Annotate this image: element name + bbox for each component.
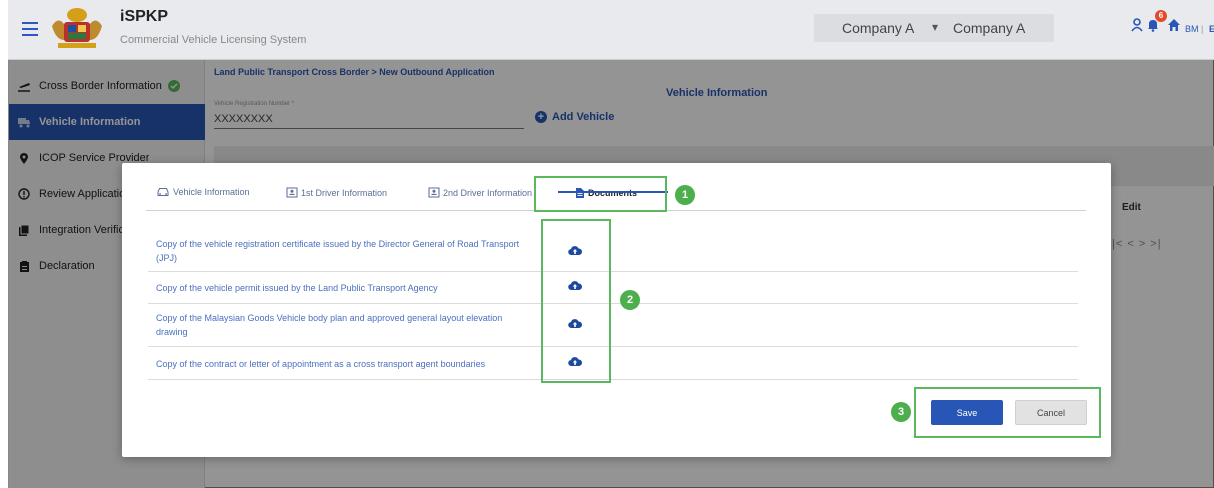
app-header: iSPKP Commercial Vehicle Licensing Syste…: [8, 0, 1214, 60]
home-icon[interactable]: [1167, 18, 1181, 32]
hamburger-menu-icon[interactable]: [22, 22, 38, 36]
tab-label: 1st Driver Information: [301, 187, 388, 198]
car-icon: [157, 188, 169, 196]
coat-of-arms-logo: [52, 8, 102, 48]
step-badge-3: 3: [891, 402, 911, 422]
id-card-icon: [428, 187, 440, 198]
document-label[interactable]: Copy of the contract or letter of appoin…: [156, 357, 536, 371]
company-primary-label: Company A: [842, 20, 915, 36]
tab-vehicle-information[interactable]: Vehicle Information: [156, 187, 250, 197]
app-title: iSPKP: [120, 8, 169, 25]
notification-badge: 6: [1155, 10, 1167, 22]
document-row: Copy of the Malaysian Goods Vehicle body…: [148, 304, 1078, 347]
chevron-down-icon[interactable]: ▾: [932, 20, 938, 34]
document-row: Copy of the vehicle registration certifi…: [148, 231, 1078, 272]
lang-separator: |: [1201, 24, 1204, 34]
highlight-box-documents-tab: [534, 176, 667, 212]
lang-bm[interactable]: BM: [1185, 24, 1199, 34]
tab-1st-driver[interactable]: 1st Driver Information: [286, 187, 387, 198]
id-card-icon: [286, 187, 298, 198]
document-label[interactable]: Copy of the vehicle registration certifi…: [156, 237, 536, 265]
document-label[interactable]: Copy of the vehicle permit issued by the…: [156, 281, 536, 295]
document-row: Copy of the vehicle permit issued by the…: [148, 272, 1078, 304]
document-label[interactable]: Copy of the Malaysian Goods Vehicle body…: [156, 311, 536, 339]
vehicle-documents-modal: Vehicle Information 1st Driver Informati…: [122, 163, 1111, 457]
highlight-box-upload-icons: [541, 219, 611, 383]
tab-2nd-driver[interactable]: 2nd Driver Information: [428, 187, 532, 198]
tab-label: 2nd Driver Information: [443, 187, 533, 198]
step-badge-2: 2: [620, 290, 640, 310]
user-icon[interactable]: [1131, 18, 1143, 32]
app-subtitle: Commercial Vehicle Licensing System: [120, 34, 307, 46]
tab-label: Vehicle Information: [173, 187, 250, 197]
company-secondary-label: Company A: [953, 20, 1026, 36]
step-badge-1: 1: [675, 185, 695, 205]
highlight-box-footer-buttons: [914, 387, 1101, 438]
document-row: Copy of the contract or letter of appoin…: [148, 347, 1078, 380]
lang-en[interactable]: EN: [1209, 24, 1214, 34]
